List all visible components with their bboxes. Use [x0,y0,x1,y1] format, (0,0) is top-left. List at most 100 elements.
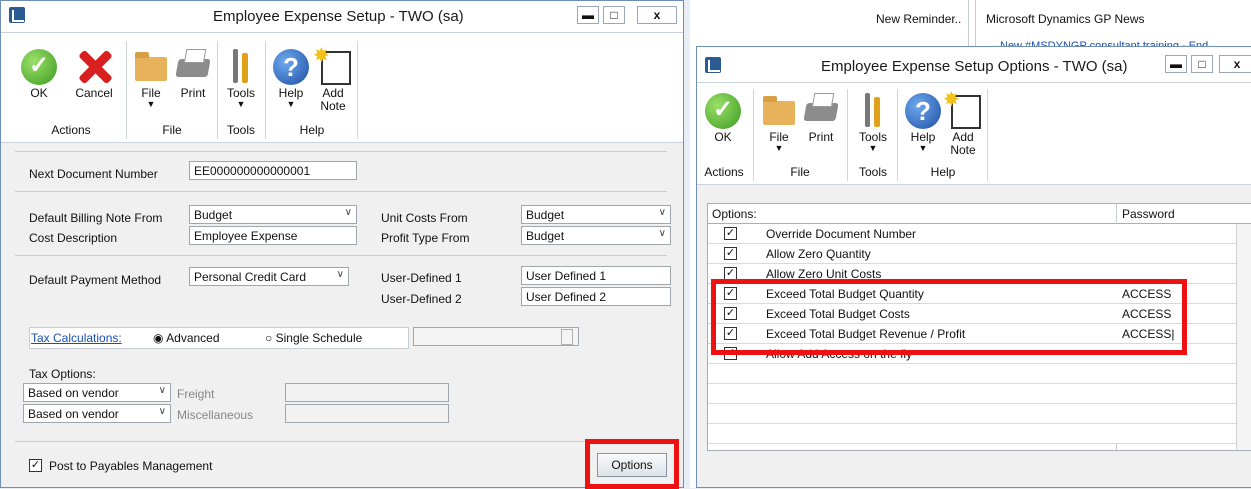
close-button[interactable]: x [1219,55,1251,73]
row-option: Override Document Number [766,227,917,241]
tools-group-label: Tools [858,165,887,179]
tax-schedule-field[interactable] [413,327,579,346]
chevron-down-icon: ▼ [918,143,928,153]
actions-group-label: Actions [51,123,91,137]
tools-group-label: Tools [226,123,255,137]
print-button[interactable]: Print [801,91,841,144]
cancel-x-icon [74,47,114,87]
table-row[interactable]: ✓ Allow Zero Quantity [708,244,1250,264]
minimize-button[interactable]: ▬ [1165,55,1187,73]
lookup-icon[interactable] [561,329,573,345]
chevron-down-icon: ∨ [658,207,666,218]
actions-group-label: Actions [704,165,744,179]
tax-option-2-select[interactable]: Based on vendor ∨ [23,404,171,423]
ribbon-separator [987,89,988,181]
radio-empty-icon: ○ [265,331,273,345]
miscellaneous-label: Miscellaneous [177,408,254,422]
unit-costs-select[interactable]: Budget ∨ [521,205,671,224]
right-ribbon: OK Actions File ▼ Print File Tools ▼ Too… [697,83,1251,185]
file-menu-button[interactable]: File ▼ [759,91,799,153]
radio-selected-icon: ◉ [153,331,164,345]
chevron-down-icon: ▼ [774,143,784,153]
ok-button[interactable]: OK [703,91,743,144]
billing-note-select[interactable]: Budget ∨ [189,205,357,224]
next-document-number-field[interactable]: EE000000000000001 [189,161,357,180]
help-group-label: Help [930,165,956,179]
user-defined-1-label: User-Defined 1 [381,271,462,285]
cancel-button[interactable]: Cancel [69,47,119,100]
employee-expense-options-window: Employee Expense Setup Options - TWO (sa… [696,46,1251,488]
note-icon [943,87,981,129]
row-checkbox[interactable]: ✓ [724,227,737,240]
right-window-title: Employee Expense Setup Options - TWO (sa… [821,58,1128,75]
freight-schedule-field [285,383,449,402]
divider [15,255,667,256]
tax-option-1-select[interactable]: Based on vendor ∨ [23,383,171,402]
left-title-bar: Employee Expense Setup - TWO (sa) ▬ □ x [1,1,683,33]
profit-type-select[interactable]: Budget ∨ [521,226,671,245]
ribbon-separator [753,89,754,181]
help-menu-button[interactable]: ? Help ▼ [903,91,943,153]
chevron-down-icon: ▼ [868,143,878,153]
note-icon [313,43,351,85]
options-column-header: Options: [712,207,757,221]
row-option: Allow Zero Quantity [766,247,871,261]
left-ribbon: OK Cancel Actions File ▼ Print File Tool… [1,33,683,143]
new-reminder-link[interactable]: New Reminder.. [876,12,961,26]
tax-options-label: Tax Options: [29,367,96,381]
maximize-button[interactable]: □ [603,6,625,24]
ok-button[interactable]: OK [19,47,59,100]
scrollbar[interactable] [1236,224,1251,450]
tools-icon [233,49,249,83]
password-column-header: Password [1122,207,1175,221]
cost-description-field[interactable]: Employee Expense [189,226,357,245]
tools-menu-button[interactable]: Tools ▼ [221,47,261,109]
table-row[interactable]: ✓ Override Document Number [708,224,1250,244]
user-defined-1-field[interactable]: User Defined 1 [521,266,671,285]
file-group-label: File [790,165,810,179]
chevron-down-icon: ∨ [658,228,666,239]
chevron-down-icon: ∨ [336,269,344,280]
tools-icon [865,93,881,127]
ok-check-icon [705,93,741,129]
budget-password-highlight-box [711,279,1187,355]
file-menu-button[interactable]: File ▼ [131,47,171,109]
help-menu-button[interactable]: ? Help ▼ [271,47,311,109]
grid-header: Options: Password [708,204,1251,452]
help-icon: ? [905,93,941,129]
ribbon-separator [847,89,848,181]
divider [15,441,667,442]
billing-note-label: Default Billing Note From [29,211,163,225]
table-row [708,364,1250,384]
ribbon-separator [265,41,266,139]
tax-calculations-link[interactable]: Tax Calculations: [31,331,122,345]
app-icon [9,7,25,23]
tools-menu-button[interactable]: Tools ▼ [853,91,893,153]
chevron-down-icon: ▼ [236,99,246,109]
post-payables-checkbox[interactable]: ✓ [29,459,42,472]
add-note-button[interactable]: Add Note [313,43,353,113]
divider [15,151,667,152]
gp-news-heading: Microsoft Dynamics GP News [986,12,1145,26]
user-defined-2-field[interactable]: User Defined 2 [521,287,671,306]
freight-label: Freight [177,387,215,401]
maximize-button[interactable]: □ [1191,55,1213,73]
ribbon-separator [897,89,898,181]
app-icon [705,57,721,73]
minimize-button[interactable]: ▬ [577,6,599,24]
chevron-down-icon: ∨ [344,207,352,218]
right-title-bar: Employee Expense Setup Options - TWO (sa… [697,47,1251,83]
printer-icon [803,103,839,121]
employee-expense-setup-window: Employee Expense Setup - TWO (sa) ▬ □ x … [0,0,684,489]
tax-single-schedule-radio[interactable]: ○ Single Schedule [265,331,362,345]
print-button[interactable]: Print [173,47,213,100]
tax-advanced-radio[interactable]: ◉ Advanced [153,331,220,345]
table-row [708,424,1250,444]
payment-method-select[interactable]: Personal Credit Card ∨ [189,267,349,286]
file-group-label: File [162,123,182,137]
chevron-down-icon: ▼ [146,99,156,109]
close-button[interactable]: x [637,6,677,24]
ribbon-separator [126,41,127,139]
row-checkbox[interactable]: ✓ [724,247,737,260]
add-note-button[interactable]: Add Note [943,87,983,157]
